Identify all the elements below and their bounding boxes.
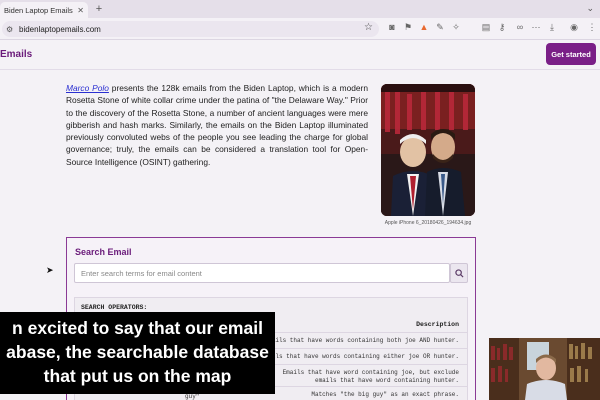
site-brand[interactable]: Emails	[0, 49, 32, 60]
link-icon[interactable]: ∞	[514, 22, 526, 32]
get-started-button[interactable]: Get started	[546, 43, 596, 65]
video-subtitle: n excited to say that our email abase, t…	[0, 312, 275, 394]
subtitle-line: abase, the searchable database	[6, 342, 269, 362]
key-icon[interactable]: ⚷	[496, 22, 508, 33]
menu-kebab-icon[interactable]: ⋮	[586, 22, 598, 33]
search-input[interactable]	[74, 263, 450, 283]
profile-avatar-icon[interactable]: ◉	[568, 22, 580, 33]
laptop-photo	[381, 84, 475, 216]
more-icon[interactable]: ⋯	[530, 22, 542, 33]
marco-polo-link[interactable]: Marco Polo	[66, 83, 109, 93]
operator-description: Emails that have word containing joe, bu…	[282, 369, 459, 384]
subtitle-line: n excited to say that our email	[12, 318, 263, 338]
operator-description: Matches "the big guy" as an exact phrase…	[311, 391, 459, 398]
photo-caption: Apple iPhone 6_20180426_194634.jpg	[384, 220, 472, 226]
close-tab-icon[interactable]: ✕	[77, 6, 84, 15]
bookmark-star-icon[interactable]: ☆	[364, 22, 373, 33]
intro-paragraph: Marco Polo presents the 128k emails from…	[66, 82, 368, 168]
search-icon	[454, 268, 464, 278]
description-column-header: Description	[416, 321, 459, 328]
sidebar-icon[interactable]: ▤	[480, 22, 492, 33]
operator-description: Emails that have words containing both j…	[264, 337, 459, 344]
pen-icon[interactable]: ✎	[434, 22, 446, 33]
extension-shield-icon[interactable]: ⚑	[402, 22, 414, 33]
mouse-cursor-icon: ➤	[46, 265, 54, 275]
toolbar: ⚙ bidenlaptopemails.com ☆	[0, 18, 600, 40]
url-text: bidenlaptopemails.com	[19, 24, 101, 34]
camera-icon[interactable]: ◙	[386, 22, 398, 32]
brave-rewards-icon[interactable]: ▲	[418, 22, 430, 32]
puzzle-extensions-icon[interactable]: ✧	[450, 22, 462, 33]
webcam-overlay	[489, 338, 600, 400]
operators-heading: SEARCH OPERATORS:	[81, 304, 148, 311]
new-tab-icon[interactable]: +	[92, 2, 106, 16]
operator-syntax: guy"	[185, 393, 200, 400]
tab-title: Biden Laptop Emails - Biden	[4, 5, 74, 15]
search-title: Search Email	[75, 247, 132, 257]
address-bar[interactable]: ⚙ bidenlaptopemails.com ☆	[2, 21, 379, 37]
site-info-icon[interactable]: ⚙	[6, 25, 16, 34]
subtitle-line: that put us on the map	[43, 366, 232, 386]
search-button[interactable]	[450, 263, 468, 283]
site-header: Emails Get started	[0, 40, 600, 70]
tab-biden-laptop-emails[interactable]: Biden Laptop Emails - Biden ✕	[0, 2, 88, 18]
tab-strip: Biden Laptop Emails - Biden ✕ + ⌄	[0, 0, 600, 18]
download-icon[interactable]: ⤓	[546, 22, 558, 33]
operator-description: Emails that have words containing either…	[260, 353, 459, 360]
tab-search-chevron-icon[interactable]: ⌄	[586, 3, 594, 14]
intro-body: presents the 128k emails from the Biden …	[66, 83, 368, 167]
